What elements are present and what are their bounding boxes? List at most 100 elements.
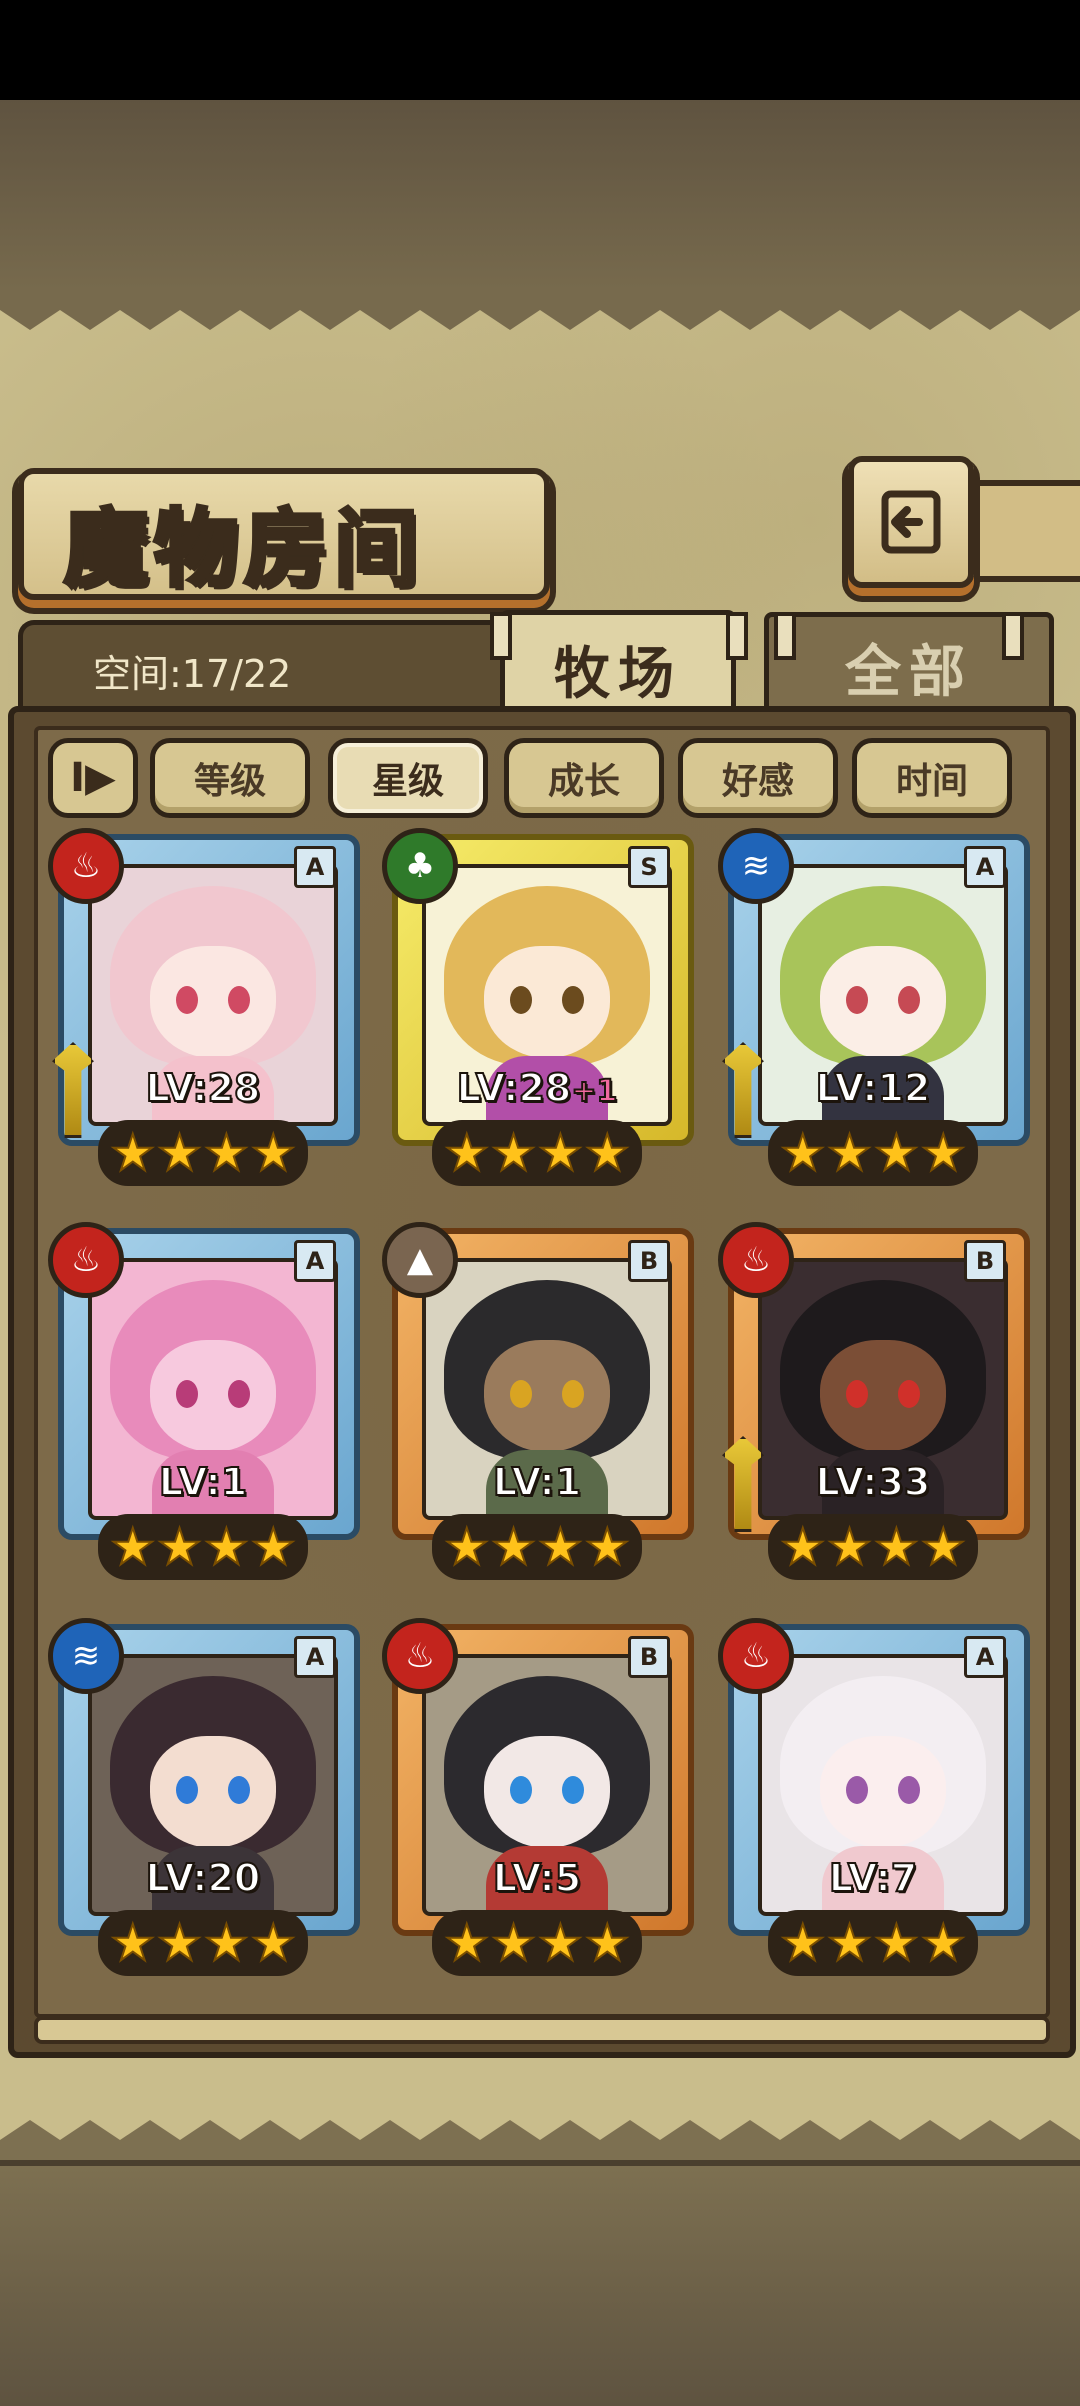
- rank-badge: B: [628, 1240, 670, 1282]
- star-rating: ★ ★ ★ ★: [432, 1514, 642, 1580]
- star-icon: ★: [873, 1124, 920, 1182]
- sort-order-icon: I▶: [70, 755, 116, 801]
- star-rating: ★ ★ ★ ★: [768, 1120, 978, 1186]
- star-icon: ★: [537, 1914, 584, 1972]
- star-icon: ★: [109, 1914, 156, 1972]
- sort-order-toggle[interactable]: I▶: [48, 738, 138, 818]
- star-icon: ★: [779, 1518, 826, 1576]
- back-button[interactable]: [848, 456, 974, 588]
- star-icon: ★: [779, 1124, 826, 1182]
- rank-badge: A: [294, 846, 336, 888]
- rank-badge: A: [294, 1636, 336, 1678]
- rank-badge: A: [964, 846, 1006, 888]
- star-icon: ★: [203, 1124, 250, 1182]
- flame-icon: ♨: [48, 1222, 124, 1298]
- capacity-bar: 空间:17/22: [18, 620, 508, 707]
- level-label: LV:20: [145, 1855, 262, 1901]
- level-label: LV:7: [828, 1855, 918, 1901]
- title-plaque: 魔物房间: [18, 468, 550, 600]
- star-icon: ★: [443, 1518, 490, 1576]
- star-icon: ★: [873, 1914, 920, 1972]
- level-label: LV:12: [815, 1065, 932, 1111]
- tab-ornament: [726, 612, 748, 660]
- rank-badge: B: [964, 1240, 1006, 1282]
- monster-card[interactable]: ≋ A LV:12 ★ ★ ★ ★: [718, 828, 1030, 1188]
- star-icon: ★: [537, 1518, 584, 1576]
- flame-icon: ♨: [382, 1618, 458, 1694]
- star-rating: ★ ★ ★ ★: [98, 1120, 308, 1186]
- rank-badge: S: [628, 846, 670, 888]
- capacity-label: 空间:17/22: [93, 652, 292, 696]
- monster-card[interactable]: ♨ A LV:1 ★ ★ ★ ★: [48, 1222, 360, 1582]
- monster-card[interactable]: ≋ A LV:20 ★ ★ ★ ★: [48, 1618, 360, 1978]
- star-icon: ★: [584, 1518, 631, 1576]
- sort-time-button[interactable]: 时间: [852, 738, 1012, 818]
- star-rating: ★ ★ ★ ★: [432, 1120, 642, 1186]
- rank-badge: A: [294, 1240, 336, 1282]
- flame-icon: ♨: [48, 828, 124, 904]
- star-rating: ★ ★ ★ ★: [98, 1910, 308, 1976]
- back-arrow-icon: [881, 490, 941, 554]
- star-icon: ★: [443, 1124, 490, 1182]
- panel-rim: [34, 2016, 1050, 2044]
- star-icon: ★: [920, 1124, 967, 1182]
- sort-star-button[interactable]: 星级: [328, 738, 488, 818]
- star-icon: ★: [584, 1124, 631, 1182]
- level-label: LV:28+1: [456, 1065, 619, 1111]
- star-icon: ★: [779, 1914, 826, 1972]
- top-map-band: [0, 100, 1080, 296]
- monster-card[interactable]: ♨ A LV:28 ★ ★ ★ ★: [48, 828, 360, 1188]
- wave-icon: ≋: [718, 828, 794, 904]
- sort-affection-button[interactable]: 好感: [678, 738, 838, 818]
- star-rating: ★ ★ ★ ★: [98, 1514, 308, 1580]
- sort-level-button[interactable]: 等级: [150, 738, 310, 818]
- star-icon: ★: [203, 1914, 250, 1972]
- flame-icon: ♨: [718, 1618, 794, 1694]
- star-icon: ★: [109, 1518, 156, 1576]
- star-icon: ★: [826, 1518, 873, 1576]
- star-icon: ★: [490, 1124, 537, 1182]
- monster-card[interactable]: ♨ B LV:5 ★ ★ ★ ★: [382, 1618, 694, 1978]
- star-icon: ★: [826, 1914, 873, 1972]
- star-icon: ★: [826, 1124, 873, 1182]
- star-icon: ★: [203, 1518, 250, 1576]
- monster-card[interactable]: ♣ S LV:28+1 ★ ★ ★ ★: [382, 828, 694, 1188]
- rank-badge: B: [628, 1636, 670, 1678]
- sort-growth-button[interactable]: 成长: [504, 738, 664, 818]
- monster-card[interactable]: ▲ B LV:1 ★ ★ ★ ★: [382, 1222, 694, 1582]
- bottom-zigzag-edge: [0, 2120, 1080, 2160]
- star-icon: ★: [490, 1518, 537, 1576]
- star-icon: ★: [443, 1914, 490, 1972]
- star-icon: ★: [920, 1518, 967, 1576]
- star-rating: ★ ★ ★ ★: [768, 1910, 978, 1976]
- star-icon: ★: [250, 1124, 297, 1182]
- bottom-map-band: [0, 2160, 1080, 2406]
- star-rating: ★ ★ ★ ★: [768, 1514, 978, 1580]
- star-rating: ★ ★ ★ ★: [432, 1910, 642, 1976]
- star-icon: ★: [156, 1518, 203, 1576]
- monster-card[interactable]: ♨ A LV:7 ★ ★ ★ ★: [718, 1618, 1030, 1978]
- tab-ornament: [490, 612, 512, 660]
- level-label: LV:33: [815, 1459, 932, 1505]
- level-label: LV:5: [492, 1855, 582, 1901]
- star-icon: ★: [584, 1914, 631, 1972]
- star-icon: ★: [920, 1914, 967, 1972]
- level-label: LV:1: [158, 1459, 248, 1505]
- leaf-icon: ♣: [382, 828, 458, 904]
- back-button-strip: [960, 480, 1080, 582]
- flame-icon: ♨: [718, 1222, 794, 1298]
- tab-ornament: [1002, 612, 1024, 660]
- top-zigzag-edge: [0, 290, 1080, 330]
- tab-ornament: [774, 612, 796, 660]
- star-icon: ★: [156, 1124, 203, 1182]
- star-icon: ★: [156, 1914, 203, 1972]
- level-label: LV:1: [492, 1459, 582, 1505]
- level-label: LV:28: [145, 1065, 262, 1111]
- star-icon: ★: [873, 1518, 920, 1576]
- star-icon: ★: [537, 1124, 584, 1182]
- wave-icon: ≋: [48, 1618, 124, 1694]
- star-icon: ★: [250, 1914, 297, 1972]
- page-title: 魔物房间: [62, 497, 425, 600]
- monster-card[interactable]: ♨ B LV:33 ★ ★ ★ ★: [718, 1222, 1030, 1582]
- star-icon: ★: [490, 1914, 537, 1972]
